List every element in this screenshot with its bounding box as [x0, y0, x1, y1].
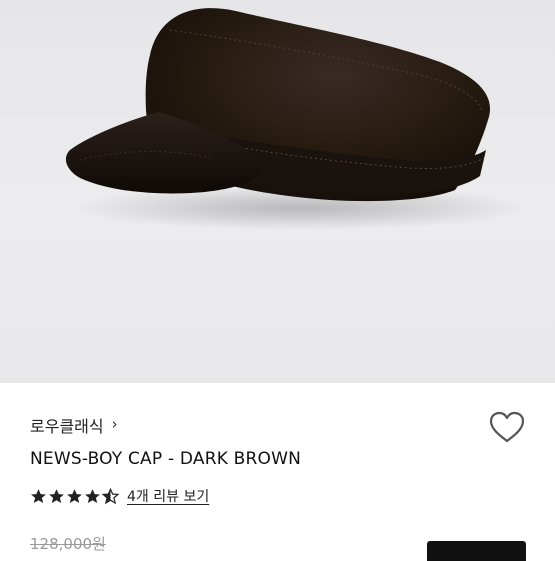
star-rating [30, 487, 119, 505]
star-icon [31, 488, 46, 503]
product-image[interactable] [0, 0, 555, 383]
star-half-icon [102, 487, 119, 504]
star-icon [85, 488, 100, 503]
product-info: 로우클래식 › NEWS-BOY CAP - DARK BROWN 4개 리뷰 … [0, 383, 555, 561]
star-icon [67, 488, 82, 503]
brand-name: 로우클래식 [30, 417, 104, 436]
reviews-link[interactable]: 4개 리뷰 보기 [127, 486, 209, 506]
product-title: NEWS-BOY CAP - DARK BROWN [30, 449, 302, 469]
original-price: 128,000원 [30, 535, 106, 553]
cap-illustration [65, 8, 530, 230]
rating-row: 4개 리뷰 보기 [30, 486, 209, 506]
buy-button[interactable] [427, 541, 526, 561]
star-icon [49, 488, 64, 503]
brand-link[interactable]: 로우클래식 › [30, 413, 118, 437]
chevron-right-icon: › [111, 415, 118, 433]
heart-outline-icon[interactable] [488, 410, 526, 444]
